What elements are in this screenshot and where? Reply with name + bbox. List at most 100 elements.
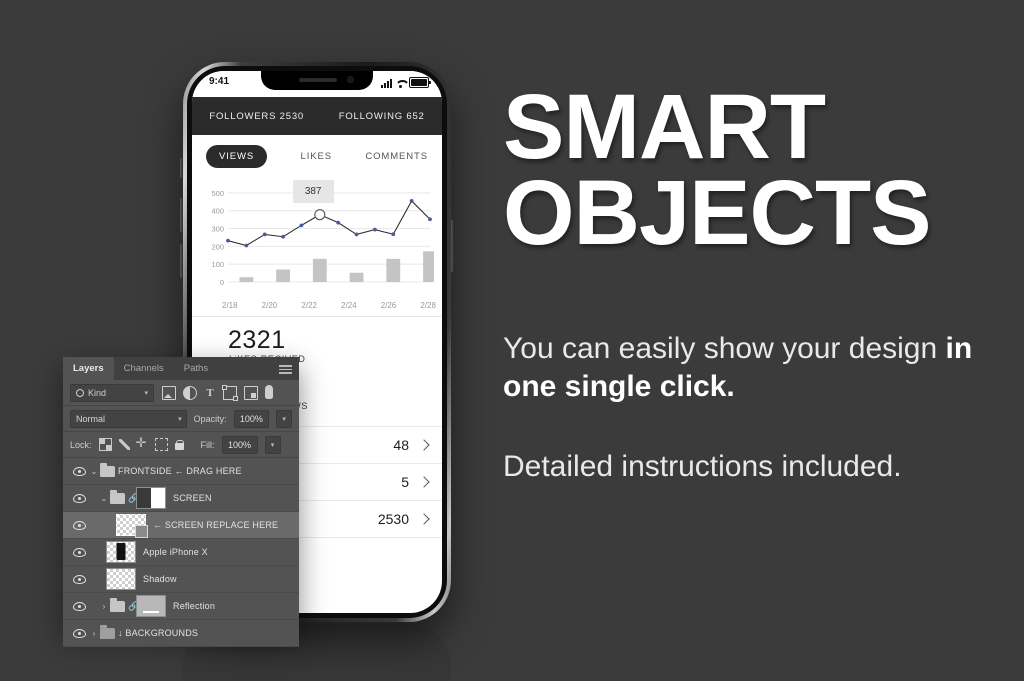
link-icon[interactable]: 🔗 (128, 493, 139, 504)
folder-icon (100, 625, 115, 639)
layer-row[interactable]: ← SCREEN REPLACE HERE (63, 512, 299, 539)
layer-name: Shadow (143, 574, 177, 584)
tab-paths[interactable]: Paths (174, 357, 218, 380)
layer-name: SCREEN (173, 493, 212, 503)
layer-row[interactable]: › ↓ BACKGROUNDS (63, 620, 299, 647)
chevron-right-icon (418, 512, 430, 525)
chevron-right-icon[interactable]: › (88, 629, 100, 638)
blend-mode-value: Normal (76, 413, 106, 424)
eye-visibility-icon[interactable] (70, 628, 88, 638)
panel-menu-icon[interactable] (279, 365, 292, 376)
volume-up-button[interactable] (180, 198, 183, 232)
row-value: 2530 (377, 510, 409, 527)
layer-row[interactable]: Apple iPhone X (63, 539, 299, 566)
chart-tooltip: 387 (292, 180, 334, 203)
svg-text:100: 100 (211, 260, 224, 269)
opacity-chevron-down-icon[interactable]: ▾ (276, 409, 292, 428)
layer-thumbnail[interactable] (106, 568, 136, 590)
eye-visibility-icon[interactable] (70, 493, 88, 503)
tab-layers[interactable]: Layers (63, 357, 114, 380)
filter-icon-row: T (162, 384, 273, 401)
battery-icon (409, 77, 431, 88)
metric-tabs: VIEWS LIKES COMMENTS (192, 135, 442, 174)
layer-name: Reflection (173, 601, 216, 611)
opacity-value[interactable]: 100% (233, 409, 270, 428)
tab-comments[interactable]: COMMENTS (365, 151, 428, 162)
search-icon (76, 388, 84, 397)
image-filter-icon[interactable] (162, 385, 176, 400)
followers-stat[interactable]: FOLLOWERS 2530 (209, 111, 304, 122)
svg-text:300: 300 (211, 225, 224, 234)
chart-x-tick: 2/22 (301, 301, 317, 310)
row-value: 48 (393, 436, 409, 453)
layer-name: FRONTSIDE ← DRAG HERE (118, 466, 242, 476)
analytics-chart: 0 100 200 300 400 500 387 (198, 178, 434, 298)
tab-channels[interactable]: Channels (114, 357, 174, 380)
layer-row[interactable]: › 🔗 Reflection (63, 593, 299, 620)
wifi-icon (395, 79, 406, 88)
lock-label: Lock: (70, 439, 92, 450)
filter-kind-label: Kind (88, 387, 107, 398)
panel-tab-bar: Layers Channels Paths (63, 357, 299, 380)
fill-value[interactable]: 100% (221, 435, 258, 454)
following-stat[interactable]: FOLLOWING 652 (339, 111, 425, 122)
svg-text:200: 200 (211, 242, 224, 251)
eye-visibility-icon[interactable] (70, 520, 88, 530)
layer-thumbnail[interactable] (116, 514, 148, 538)
lock-artboard-icon[interactable] (154, 438, 168, 451)
layer-row[interactable]: Shadow (63, 566, 299, 593)
smart-object-filter-icon[interactable] (244, 385, 258, 400)
folder-icon (110, 490, 125, 504)
svg-text:0: 0 (220, 278, 224, 287)
chevron-down-icon[interactable]: ⌄ (98, 494, 110, 503)
eye-visibility-icon[interactable] (70, 466, 88, 476)
photoshop-layers-panel: Layers Channels Paths Kind ▾ T Normal ▾ … (63, 357, 299, 647)
front-camera-icon (347, 76, 354, 83)
layer-row[interactable]: ⌄ FRONTSIDE ← DRAG HERE (63, 458, 299, 485)
tab-likes[interactable]: LIKES (301, 151, 332, 162)
layer-thumbnail[interactable] (136, 487, 166, 509)
subtitle-secondary: Detailed instructions included. (503, 450, 902, 483)
chevron-right-icon (418, 475, 430, 488)
lock-position-icon[interactable] (136, 435, 148, 451)
chevron-down-icon[interactable]: ⌄ (88, 467, 100, 476)
volume-down-button[interactable] (180, 244, 183, 278)
lock-bar: Lock: Fill: 100% ▾ (63, 432, 299, 458)
lock-transparent-pixels-icon[interactable] (98, 438, 112, 451)
tab-views[interactable]: VIEWS (206, 145, 268, 168)
chart-x-axis-labels: 2/18 2/20 2/22 2/24 2/26 2/28 (192, 298, 442, 310)
eye-visibility-icon[interactable] (70, 547, 88, 557)
layer-thumbnail[interactable] (106, 541, 136, 563)
signal-bars-icon (381, 79, 392, 88)
svg-text:500: 500 (211, 189, 224, 198)
opacity-label: Opacity: (193, 413, 227, 424)
fill-chevron-down-icon[interactable]: ▾ (264, 435, 281, 454)
likes-received-value: 2321 (228, 326, 286, 354)
lock-image-pixels-icon[interactable] (118, 439, 130, 450)
power-button[interactable] (451, 220, 454, 272)
layer-row[interactable]: ⌄ 🔗 SCREEN (63, 485, 299, 512)
folder-icon (110, 598, 125, 612)
chevron-right-icon (418, 438, 430, 451)
notch (261, 71, 373, 90)
chart-x-tick: 2/28 (420, 301, 436, 310)
eye-visibility-icon[interactable] (70, 601, 88, 611)
chart-x-tick: 2/18 (222, 301, 238, 310)
silent-switch-button[interactable] (180, 158, 183, 178)
adjustment-filter-icon[interactable] (183, 385, 197, 400)
toggle-filters-icon[interactable] (265, 385, 273, 399)
layer-list: ⌄ FRONTSIDE ← DRAG HERE ⌄ 🔗 SCREEN ← SCRE… (63, 458, 299, 647)
blend-mode-select[interactable]: Normal ▾ (70, 409, 187, 428)
earpiece-speaker-icon (299, 78, 337, 82)
filter-kind-select[interactable]: Kind ▾ (70, 383, 154, 402)
chevron-down-icon: ▾ (178, 415, 182, 423)
eye-visibility-icon[interactable] (70, 574, 88, 584)
text-filter-icon[interactable]: T (204, 387, 216, 399)
chevron-right-icon[interactable]: › (98, 602, 110, 611)
link-icon[interactable]: 🔗 (128, 601, 139, 612)
layer-thumbnail[interactable] (136, 595, 166, 617)
lock-all-icon[interactable] (174, 439, 185, 450)
canvas-background: SMART OBJECTS You can easily show your d… (0, 0, 1024, 681)
shape-filter-icon[interactable] (222, 384, 238, 401)
chevron-down-icon: ▾ (144, 389, 148, 397)
